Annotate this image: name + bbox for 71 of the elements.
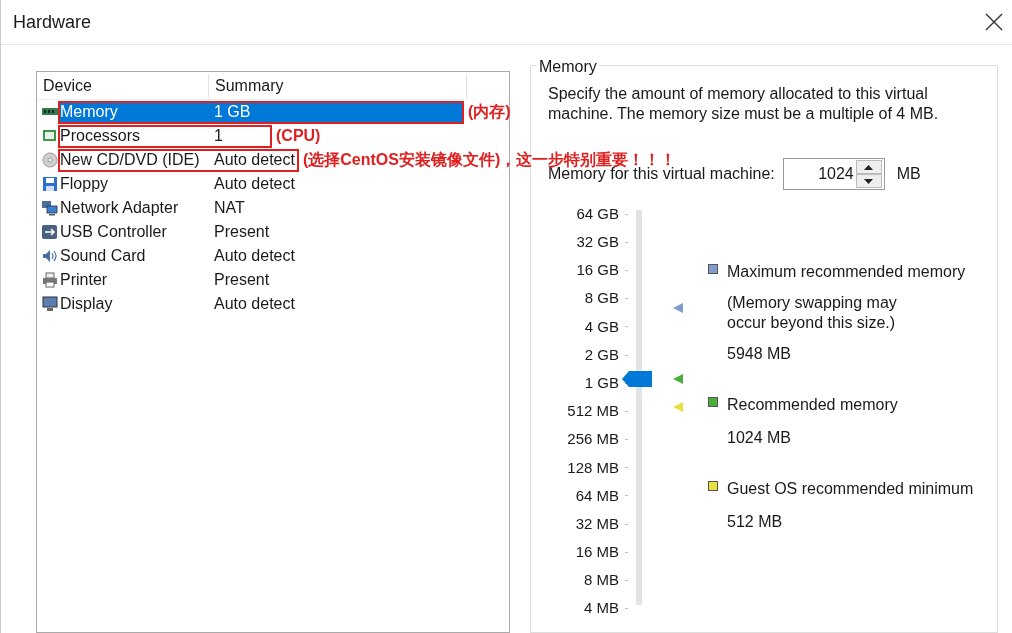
column-header[interactable]: Device bbox=[37, 73, 209, 98]
device-name: Network Adapter bbox=[60, 198, 180, 218]
device-name: Processors bbox=[60, 126, 142, 146]
printer-icon bbox=[42, 272, 58, 288]
legend-value: 512 MB bbox=[727, 512, 784, 532]
device-row[interactable]: Memory 1 GB bbox=[58, 100, 464, 124]
scale-label: 32 MB bbox=[575, 513, 619, 534]
scale-label: 512 MB bbox=[567, 401, 619, 422]
close-icon bbox=[985, 13, 1003, 31]
legend-title: Guest OS recommended minimum bbox=[727, 479, 974, 499]
scale-label: 4 MB bbox=[584, 598, 619, 619]
annotation-text: (CPU) bbox=[276, 126, 321, 146]
device-row[interactable]: Printer Present bbox=[58, 268, 274, 292]
disc-icon bbox=[42, 152, 58, 168]
memory-unit: MB bbox=[896, 164, 921, 184]
device-name: New CD/DVD (IDE) bbox=[60, 150, 201, 170]
annotation-text: (内存) bbox=[468, 102, 511, 122]
slider-thumb[interactable] bbox=[622, 371, 652, 388]
memory-description: Specify the amount of memory allocated to this virtual machine. The memory size must be a multiple of 4 MB. bbox=[548, 84, 940, 124]
speaker-icon bbox=[42, 248, 58, 264]
legend-note: (Memory swapping may occur beyond this size.) bbox=[727, 293, 898, 333]
device-row[interactable]: Network Adapter NAT bbox=[58, 196, 272, 220]
device-summary: Auto detect bbox=[213, 174, 296, 194]
legend-title: Maximum recommended memory bbox=[727, 262, 966, 282]
device-row[interactable]: Processors 1 bbox=[58, 124, 272, 148]
scale-label: 64 MB bbox=[575, 485, 619, 506]
legend-value: 5948 MB bbox=[727, 344, 793, 364]
device-name: Memory bbox=[60, 102, 119, 122]
device-name: USB Controller bbox=[60, 222, 168, 242]
scale-label: 8 MB bbox=[584, 570, 619, 591]
device-summary: Auto detect bbox=[213, 150, 296, 170]
scale-label: 16 MB bbox=[575, 542, 619, 563]
scale-label: 16 GB bbox=[576, 260, 619, 281]
device-summary: 1 GB bbox=[213, 102, 252, 122]
device-summary: Present bbox=[213, 270, 271, 290]
scale-label: 4 GB bbox=[584, 316, 619, 337]
device-row[interactable]: Floppy Auto detect bbox=[58, 172, 299, 196]
scale-label: 256 MB bbox=[567, 429, 619, 450]
memory-input[interactable]: 1024 bbox=[783, 162, 856, 186]
legend-title: Recommended memory bbox=[727, 395, 898, 415]
device-summary: Auto detect bbox=[213, 294, 296, 314]
device-name: Floppy bbox=[60, 174, 110, 194]
network-computers-icon bbox=[42, 200, 58, 216]
scale-label: 1 GB bbox=[584, 372, 619, 393]
column-header[interactable]: Summary bbox=[209, 73, 467, 98]
increment-button[interactable] bbox=[855, 160, 882, 174]
scale-label: 128 MB bbox=[567, 457, 619, 478]
device-summary: NAT bbox=[213, 198, 246, 218]
down-triangle-icon bbox=[864, 178, 874, 184]
legend-value: 1024 MB bbox=[727, 428, 793, 448]
scale-label: 64 GB bbox=[576, 203, 619, 224]
device-summary: 1 bbox=[213, 126, 224, 146]
decrement-button[interactable] bbox=[855, 174, 882, 188]
device-row[interactable]: New CD/DVD (IDE) Auto detect bbox=[58, 148, 299, 172]
device-name: Sound Card bbox=[60, 246, 147, 266]
device-row[interactable]: Sound Card Auto detect bbox=[58, 244, 299, 268]
memory-spinbox[interactable]: 1024 bbox=[782, 158, 885, 190]
up-triangle-icon bbox=[864, 164, 874, 170]
device-name: Display bbox=[60, 294, 114, 314]
processor-icon bbox=[42, 128, 58, 144]
device-row[interactable]: Display Auto detect bbox=[58, 292, 299, 316]
device-name: Printer bbox=[60, 270, 109, 290]
scale-label: 32 GB bbox=[576, 232, 619, 253]
monitor-icon bbox=[42, 296, 58, 312]
device-summary: Auto detect bbox=[213, 246, 296, 266]
scale-label: 8 GB bbox=[584, 288, 619, 309]
device-row[interactable]: USB Controller Present bbox=[58, 220, 274, 244]
scale-label: 2 GB bbox=[584, 344, 619, 365]
window-title: Hardware bbox=[13, 10, 92, 34]
device-summary: Present bbox=[213, 222, 271, 242]
annotation-text: (选择CentOS安装镜像文件)，这一步特别重要！！！ bbox=[302, 150, 677, 168]
